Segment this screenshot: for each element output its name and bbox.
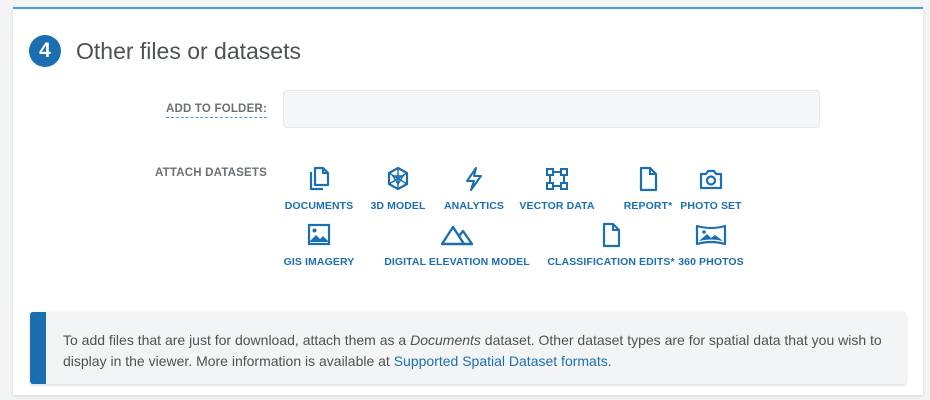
- report-icon: [616, 166, 680, 194]
- dataset-report[interactable]: REPORT*: [616, 166, 680, 212]
- analytics-icon: [437, 166, 511, 194]
- info-text-part: To add files that are just for download,…: [63, 332, 411, 348]
- section-title: Other files or datasets: [76, 38, 301, 64]
- dataset-vector-data[interactable]: VECTOR DATA: [516, 166, 598, 212]
- info-accent-bar: [30, 312, 46, 384]
- info-text: To add files that are just for download,…: [63, 330, 893, 372]
- dataset-documents[interactable]: DOCUMENTS: [271, 166, 367, 212]
- vector-data-icon: [516, 166, 598, 194]
- panorama-icon: [673, 222, 749, 250]
- file-icon: [537, 222, 685, 250]
- dataset-label: 3D MODEL: [370, 200, 426, 212]
- dataset-label: GIS IMAGERY: [283, 256, 355, 268]
- dataset-label: VECTOR DATA: [519, 200, 595, 212]
- step-number-badge: 4: [29, 35, 61, 67]
- info-text-emphasis: Documents: [410, 332, 481, 348]
- dataset-label: ANALYTICS: [443, 200, 505, 212]
- dataset-3d-model[interactable]: 3D MODEL: [362, 166, 434, 212]
- dataset-analytics[interactable]: ANALYTICS: [437, 166, 511, 212]
- dataset-label: PHOTO SET: [680, 200, 742, 212]
- dataset-label: 360 PHOTOS: [678, 256, 744, 268]
- dataset-label: DOCUMENTS: [284, 200, 354, 212]
- camera-icon: [678, 166, 744, 194]
- add-to-folder-label[interactable]: ADD TO FOLDER:: [166, 103, 267, 118]
- mountain-icon: [369, 222, 545, 250]
- other-files-card: 4 Other files or datasets ADD TO FOLDER:…: [13, 7, 923, 395]
- attach-datasets-label: ATTACH DATASETS: [155, 167, 268, 179]
- dataset-360-photos[interactable]: 360 PHOTOS: [673, 222, 749, 268]
- dataset-photo-set[interactable]: PHOTO SET: [678, 166, 744, 212]
- info-text-end: .: [607, 353, 612, 369]
- dataset-label: REPORT*: [623, 200, 673, 212]
- dataset-label: DIGITAL ELEVATION MODEL: [384, 256, 530, 268]
- dataset-gis-imagery[interactable]: GIS IMAGERY: [279, 222, 359, 268]
- image-icon: [279, 222, 359, 250]
- documents-icon: [271, 166, 367, 194]
- supported-formats-link[interactable]: Supported Spatial Dataset formats: [394, 353, 608, 369]
- dataset-digital-elevation-model[interactable]: DIGITAL ELEVATION MODEL: [369, 222, 545, 268]
- 3d-model-icon: [362, 166, 434, 194]
- dataset-classification-edits[interactable]: CLASSIFICATION EDITS*: [537, 222, 685, 268]
- dataset-label: CLASSIFICATION EDITS*: [547, 256, 675, 268]
- info-callout: To add files that are just for download,…: [30, 312, 906, 384]
- folder-input[interactable]: [283, 90, 820, 128]
